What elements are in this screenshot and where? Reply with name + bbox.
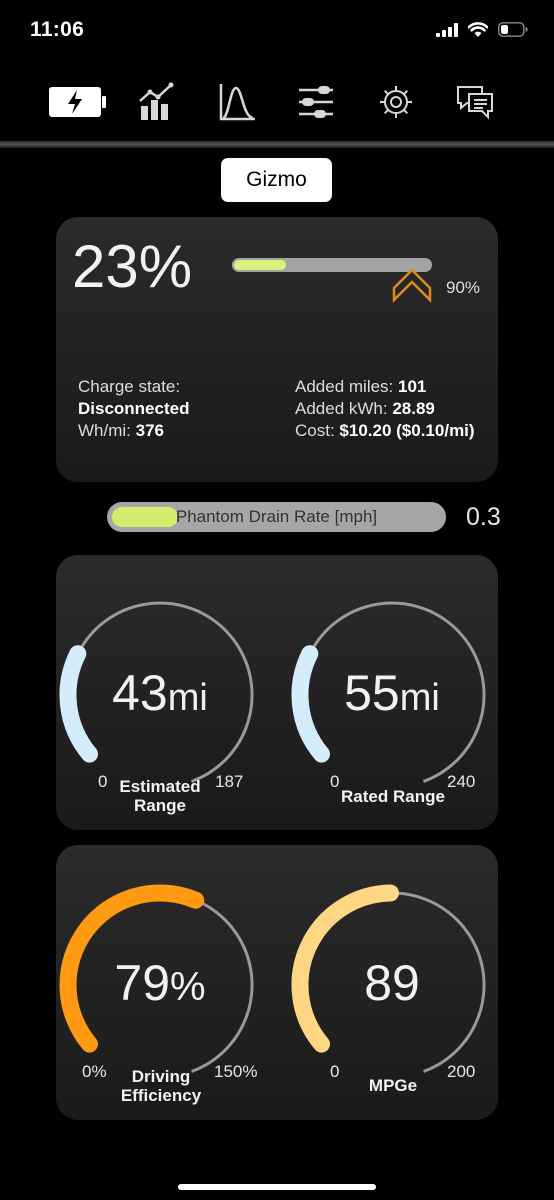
mpge-label: MPGe (323, 1076, 463, 1095)
mpge-value: 89 (302, 955, 482, 1016)
mpge-number: 89 (364, 955, 420, 1011)
mpge-label-line1: MPGe (368, 1076, 418, 1095)
home-indicator[interactable] (178, 1184, 376, 1190)
mpge-arc (291, 884, 486, 1073)
